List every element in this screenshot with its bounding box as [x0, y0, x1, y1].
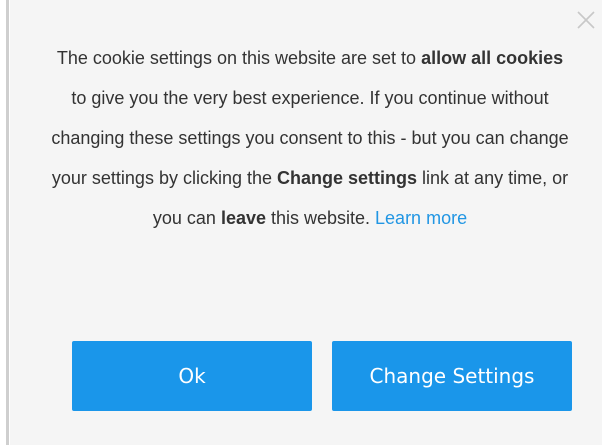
close-icon: [577, 11, 595, 29]
close-button[interactable]: [572, 6, 600, 34]
change-settings-text: Change settings: [277, 168, 418, 188]
allow-all-cookies-text: allow all cookies: [421, 48, 564, 68]
left-border: [6, 0, 9, 445]
learn-more-link[interactable]: Learn more: [375, 208, 467, 228]
cookie-message: The cookie settings on this website are …: [50, 38, 570, 238]
cookie-dialog: The cookie settings on this website are …: [0, 0, 602, 445]
message-text-1: The cookie settings on this website are …: [56, 48, 422, 68]
ok-button[interactable]: Ok: [72, 341, 312, 411]
message-text-4: this website.: [265, 208, 376, 228]
change-settings-button[interactable]: Change Settings: [332, 341, 572, 411]
leave-text: leave: [220, 208, 266, 228]
